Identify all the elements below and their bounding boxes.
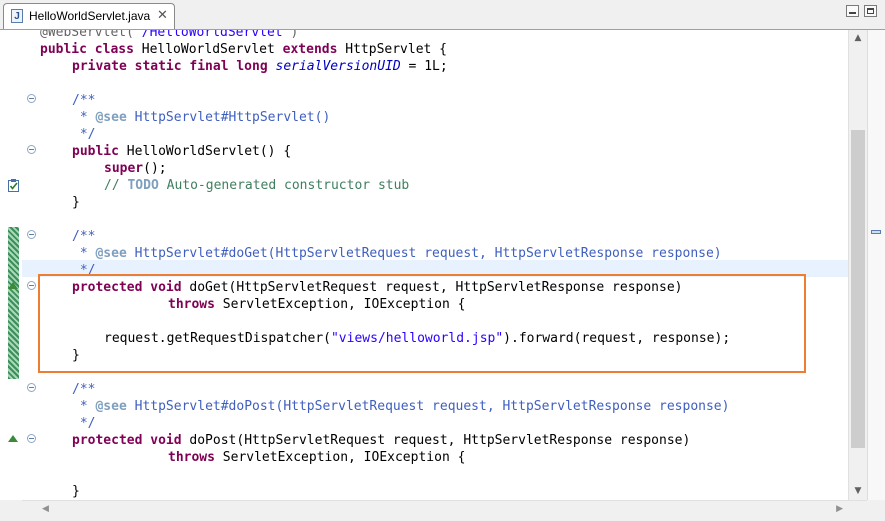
java-file-icon: J [11, 9, 23, 23]
highlight-annotation-box [38, 274, 806, 373]
task-marker-icon[interactable] [8, 177, 20, 192]
overview-marker[interactable] [871, 230, 881, 234]
editor-tab-bar: J HelloWorldServlet.java ✕ [0, 0, 885, 30]
scroll-up-icon[interactable]: ▲ [849, 30, 867, 47]
fold-toggle-icon[interactable] [27, 94, 36, 103]
code-line: */ [72, 416, 96, 431]
code-line: /** [72, 229, 96, 244]
scroll-left-icon[interactable]: ◀ [42, 501, 49, 518]
code-line: throws ServletException, IOException { [168, 450, 466, 465]
tab-helloworldservlet[interactable]: J HelloWorldServlet.java ✕ [3, 3, 175, 29]
code-line: @WebServlet("/HelloWorldServlet") [40, 30, 299, 40]
quick-diff-marker [8, 227, 19, 379]
code-line: * @see HttpServlet#doPost(HttpServletReq… [72, 399, 730, 414]
code-line: } [72, 195, 80, 210]
close-icon[interactable]: ✕ [157, 8, 168, 23]
fold-toggle-icon[interactable] [27, 145, 36, 154]
fold-toggle-icon[interactable] [27, 434, 36, 443]
horizontal-scrollbar[interactable]: ◀ ▶ [22, 500, 867, 517]
override-indicator-icon[interactable] [8, 435, 18, 442]
fold-toggle-icon[interactable] [27, 383, 36, 392]
scroll-right-icon[interactable]: ▶ [836, 501, 843, 518]
scroll-down-icon[interactable]: ▼ [849, 483, 867, 500]
fold-toggle-icon[interactable] [27, 281, 36, 290]
minimize-icon[interactable] [846, 5, 859, 17]
bottom-border [0, 517, 885, 521]
tab-title: HelloWorldServlet.java [29, 9, 151, 23]
fold-toggle-icon[interactable] [27, 230, 36, 239]
code-line: protected void doPost(HttpServletRequest… [72, 433, 691, 448]
code-line: public HelloWorldServlet() { [72, 144, 292, 159]
vertical-scrollbar[interactable]: ▲ ▼ [848, 30, 867, 500]
override-indicator-icon[interactable] [8, 282, 18, 289]
code-editor[interactable]: @WebServlet("/HelloWorldServlet") public… [0, 30, 867, 500]
scrollbar-thumb[interactable] [851, 130, 865, 448]
code-line: } [72, 484, 80, 499]
code-line: */ [72, 127, 96, 142]
overview-ruler[interactable] [867, 30, 885, 500]
code-line: // TODO Auto-generated constructor stub [104, 178, 410, 193]
code-line: super(); [104, 161, 167, 176]
code-line: private static final long serialVersionU… [72, 59, 448, 74]
code-line: public class HelloWorldServlet extends H… [40, 42, 448, 57]
code-line: /** [72, 93, 96, 108]
code-line: * @see HttpServlet#HttpServlet() [72, 110, 331, 125]
maximize-icon[interactable] [864, 5, 877, 17]
code-line: * @see HttpServlet#doGet(HttpServletRequ… [72, 246, 722, 261]
code-line: /** [72, 382, 96, 397]
